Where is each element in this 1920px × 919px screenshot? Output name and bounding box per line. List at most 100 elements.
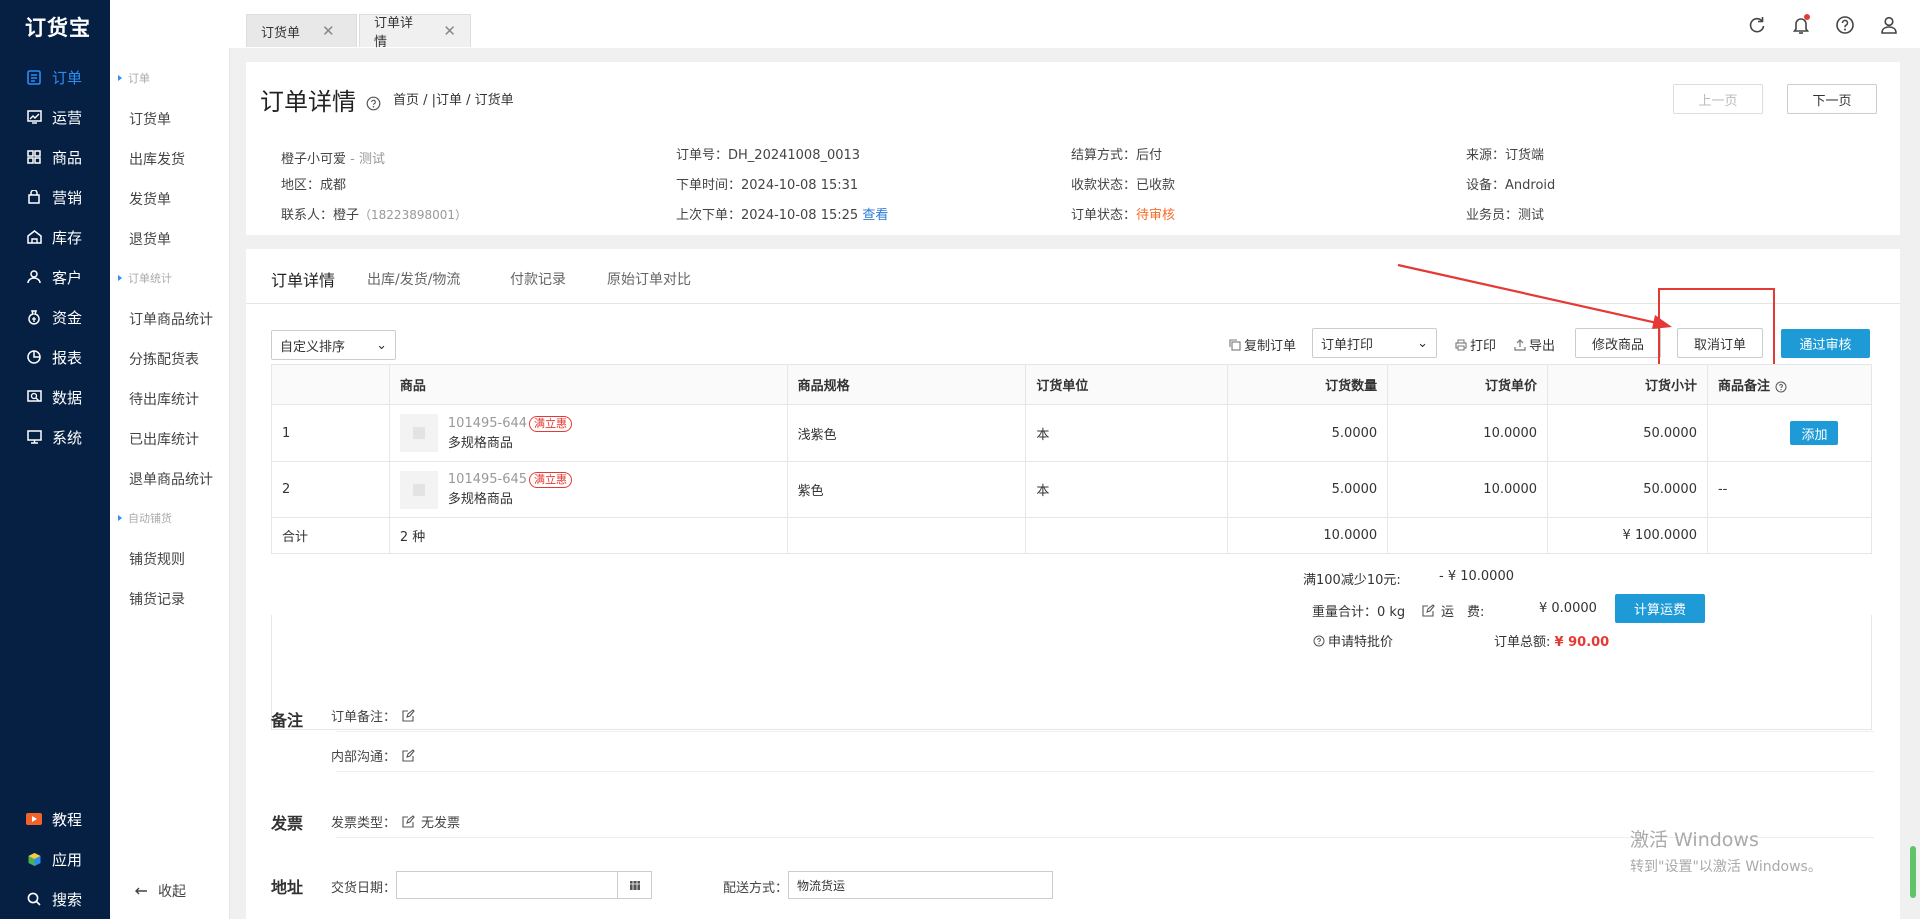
nav-item-label: 数据 [52, 388, 83, 407]
tab-compare[interactable]: 原始订单对比 [607, 269, 691, 289]
tab-logistics[interactable]: 出库/发货/物流 [367, 269, 460, 289]
sub-group-stats[interactable]: 订单统计 [118, 270, 172, 286]
prev-page-button[interactable]: 上一页 [1673, 84, 1763, 114]
salesman-field: 业务员：测试 [1466, 208, 1545, 223]
sub-nav: 订单 订货单 出库发货 发货单 退货单 订单统计 订单商品统计 分拣配货表 待出… [110, 47, 230, 919]
nav-item-report[interactable]: 报表 [0, 337, 110, 377]
divider [246, 235, 1900, 249]
shipping-method-input[interactable]: 物流货运 [788, 871, 1053, 899]
nav-item-label: 教程 [52, 810, 83, 829]
copy-icon [1229, 338, 1241, 351]
operation-icon [26, 109, 42, 125]
sub-item-pending-out[interactable]: 待出库统计 [129, 389, 199, 409]
top-icons [1746, 14, 1900, 36]
order-status-field: 订单状态：待审核 [1071, 208, 1176, 223]
settle-field: 结算方式：后付 [1071, 148, 1163, 163]
nav-item-label: 客户 [52, 268, 83, 287]
table-total-row: 合计 2 种 10.0000 ¥ 100.0000 [271, 517, 1873, 554]
order-time-field: 下单时间：2024-10-08 15:31 [676, 178, 859, 193]
sub-group-order[interactable]: 订单 [118, 70, 150, 86]
notification-dot [1804, 14, 1810, 20]
video-icon [26, 811, 42, 827]
close-icon[interactable]: ✕ [443, 22, 456, 40]
app-logo[interactable]: 订货宝 [25, 12, 91, 42]
nav-item-tutorial[interactable]: 教程 [0, 799, 110, 839]
nav-item-search[interactable]: 搜索 [0, 879, 110, 919]
windows-activation-watermark: 激活 Windows 转到"设置"以激活 Windows。 [1630, 829, 1822, 875]
edit-icon[interactable] [402, 709, 415, 722]
edit-icon[interactable] [402, 815, 415, 828]
sub-item-picking[interactable]: 分拣配货表 [129, 349, 199, 369]
product-code: 101495-645 [447, 472, 528, 487]
close-icon[interactable]: ✕ [322, 22, 335, 40]
divider [336, 731, 1874, 732]
freight-field: 运 费: [1422, 601, 1484, 620]
nav-item-label: 报表 [52, 348, 83, 367]
promo-badge: 满立惠 [529, 415, 573, 432]
collapse-button[interactable]: 收起 [134, 881, 186, 901]
product-code: 101495-644 [447, 415, 528, 431]
help-icon[interactable] [1775, 381, 1787, 393]
sub-item-goods-stats[interactable]: 订单商品统计 [129, 309, 213, 329]
tab-payments[interactable]: 付款记录 [510, 269, 566, 289]
top-bar: 订货单 ✕ 订单详情 ✕ [110, 0, 1920, 50]
tab-order-detail-content[interactable]: 订单详情 [271, 267, 335, 291]
nav-item-data[interactable]: 数据 [0, 377, 110, 417]
chevron-down-icon: ⌄ [376, 337, 387, 353]
delivery-date-input[interactable] [396, 871, 618, 899]
sub-item-return-stats[interactable]: 退单商品统计 [129, 469, 213, 489]
column-header: 订货单价 [1387, 364, 1549, 405]
search-icon [26, 891, 42, 907]
nav-item-customer[interactable]: 客户 [0, 257, 110, 297]
sub-item-shipped[interactable]: 已出库统计 [129, 429, 199, 449]
data-icon [26, 389, 42, 405]
tab-order-list[interactable]: 订货单 ✕ [246, 14, 357, 47]
edit-icon[interactable] [1422, 604, 1435, 617]
view-link[interactable]: 查看 [862, 208, 888, 223]
sub-item-records[interactable]: 铺货记录 [129, 589, 185, 609]
sub-item-order-list[interactable]: 订货单 [129, 109, 171, 129]
copy-order-button[interactable]: 复制订单 [1229, 335, 1296, 354]
cube-icon [26, 851, 42, 867]
order-summary [271, 615, 1872, 730]
annotation-arrow-icon [1397, 263, 1672, 329]
next-page-button[interactable]: 下一页 [1787, 84, 1877, 114]
sub-item-return[interactable]: 退货单 [129, 229, 171, 249]
invoice-title: 发票 [271, 814, 304, 833]
sub-item-delivery[interactable]: 发货单 [129, 189, 171, 209]
edit-icon[interactable] [402, 749, 415, 762]
monitor-icon [26, 429, 42, 445]
refresh-icon[interactable] [1746, 14, 1768, 36]
divider [336, 771, 1874, 772]
bell-icon[interactable] [1790, 14, 1812, 36]
help-icon[interactable] [366, 96, 381, 111]
sub-item-rules[interactable]: 铺货规则 [129, 549, 185, 569]
page-title: 订单详情 [260, 82, 381, 117]
breadcrumb[interactable]: 首页 / |订单 / 订货单 [393, 89, 514, 108]
sort-select[interactable]: 自定义排序 ⌄ [271, 330, 396, 360]
column-header: 订货小计 [1547, 364, 1708, 405]
nav-item-marketing[interactable]: 营销 [0, 177, 110, 217]
approve-button[interactable]: 通过审核 [1781, 329, 1870, 358]
user-avatar-icon[interactable] [1878, 14, 1900, 36]
sub-group-auto[interactable]: 自动铺货 [118, 510, 172, 526]
scrollbar[interactable] [1910, 846, 1916, 898]
help-icon[interactable] [1834, 14, 1856, 36]
nav-item-operation[interactable]: 运营 [0, 97, 110, 137]
special-price-link[interactable]: 申请特批价 [1313, 631, 1393, 650]
tab-order-detail[interactable]: 订单详情 ✕ [359, 14, 471, 50]
calendar-button[interactable] [617, 871, 652, 899]
nav-item-system[interactable]: 系统 [0, 417, 110, 457]
nav-item-funds[interactable]: 资金 [0, 297, 110, 337]
nav-item-apps[interactable]: 应用 [0, 839, 110, 879]
add-remark-button[interactable]: 添加 [1790, 421, 1839, 445]
money-icon [26, 309, 42, 325]
nav-item-goods[interactable]: 商品 [0, 137, 110, 177]
contact-field: 联系人：橙子（18223898001） [281, 208, 468, 223]
nav-item-order[interactable]: 订单 [0, 57, 110, 97]
calc-freight-button[interactable]: 计算运费 [1615, 594, 1705, 623]
nav-item-inventory[interactable]: 库存 [0, 217, 110, 257]
address-title: 地址 [271, 878, 304, 897]
sub-item-outbound[interactable]: 出库发货 [129, 149, 185, 169]
last-order-field: 上次下单：2024-10-08 15:25 查看 [676, 208, 889, 223]
